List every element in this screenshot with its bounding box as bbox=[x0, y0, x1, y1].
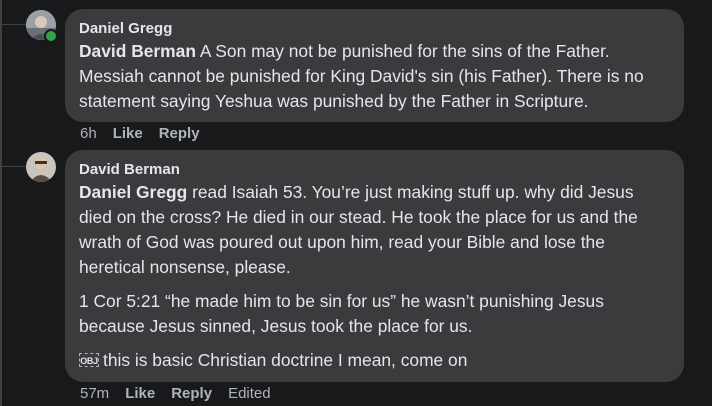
thread-connector bbox=[0, 166, 28, 167]
comment-bubble: Daniel Gregg David Berman A Son may not … bbox=[65, 9, 684, 122]
comment-actions: 57m Like Reply Edited bbox=[80, 385, 287, 403]
comment-text: Daniel Gregg read Isaiah 53. You’re just… bbox=[79, 180, 670, 280]
comment-author[interactable]: Daniel Gregg bbox=[79, 19, 670, 39]
reply-button[interactable]: Reply bbox=[159, 125, 200, 143]
comment-bubble: David Berman Daniel Gregg read Isaiah 53… bbox=[65, 150, 684, 382]
comment-actions: 6h Like Reply bbox=[80, 125, 216, 143]
comment-author[interactable]: David Berman bbox=[79, 160, 670, 180]
avatar-image bbox=[26, 152, 56, 182]
comment-timestamp[interactable]: 57m bbox=[80, 385, 109, 403]
comment-paragraph: OBJ this is basic Christian doctrine I me… bbox=[79, 348, 670, 373]
comment-text: David Berman A Son may not be punished f… bbox=[79, 39, 670, 114]
like-button[interactable]: Like bbox=[113, 125, 143, 143]
comment-timestamp[interactable]: 6h bbox=[80, 125, 97, 143]
like-button[interactable]: Like bbox=[125, 385, 155, 403]
comment-paragraph: 1 Cor 5:21 “he made him to be sin for us… bbox=[79, 291, 604, 336]
reply-button[interactable]: Reply bbox=[171, 385, 212, 403]
mention-link[interactable]: Daniel Gregg bbox=[79, 182, 187, 202]
mention-link[interactable]: David Berman bbox=[79, 41, 196, 61]
thread-connector bbox=[0, 24, 28, 25]
avatar[interactable] bbox=[26, 152, 56, 182]
thread-line bbox=[0, 0, 2, 406]
online-status-dot bbox=[44, 29, 58, 43]
comment-paragraph-text: this is basic Christian doctrine I mean,… bbox=[103, 350, 468, 370]
edited-label[interactable]: Edited bbox=[228, 385, 271, 403]
object-placeholder-icon: OBJ bbox=[79, 353, 99, 367]
